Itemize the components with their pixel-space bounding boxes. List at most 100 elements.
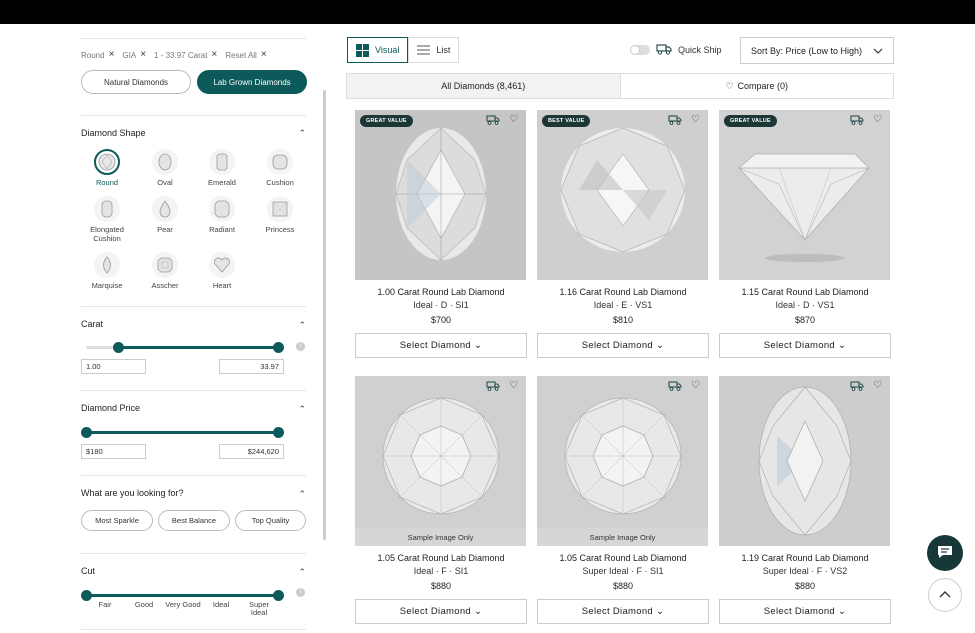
chat-button[interactable] — [927, 535, 963, 571]
shape-emerald[interactable]: Emerald — [194, 149, 250, 187]
select-diamond-button[interactable]: Select Diamond ⌄ — [537, 333, 709, 358]
shape-heart[interactable]: Heart — [194, 252, 250, 290]
heart-icon[interactable]: ♡ — [509, 114, 518, 125]
product-title[interactable]: 1.05 Carat Round Lab Diamond — [355, 553, 527, 563]
close-icon[interactable]: × — [211, 50, 217, 60]
diamond-image[interactable]: ♡ — [719, 376, 890, 546]
lab-grown-diamonds-button[interactable]: Lab Grown Diamonds — [197, 70, 307, 94]
quick-ship-toggle[interactable]: Quick Ship — [630, 43, 722, 57]
reset-all-link[interactable]: Reset All × — [225, 50, 266, 60]
filter-chip-gia[interactable]: GIA × — [122, 50, 146, 60]
heart-icon[interactable]: ♡ — [691, 114, 700, 125]
shape-elongated-cushion[interactable]: Elongated Cushion — [79, 196, 135, 243]
round-brilliant-image — [537, 376, 708, 546]
product-title[interactable]: 1.05 Carat Round Lab Diamond — [537, 553, 709, 563]
shape-radiant[interactable]: Radiant — [194, 196, 250, 234]
shape-marquise[interactable]: Marquise — [79, 252, 135, 290]
marquise-shape-icon — [94, 252, 120, 278]
select-diamond-button[interactable]: Select Diamond ⌄ — [537, 599, 709, 624]
list-icon — [417, 43, 431, 57]
tab-all-diamonds[interactable]: All Diamonds (8,461) — [347, 74, 621, 98]
select-diamond-button[interactable]: Select Diamond ⌄ — [355, 599, 527, 624]
carat-slider-range — [118, 346, 278, 349]
diamond-image[interactable]: ♡ Sample Image Only — [355, 376, 526, 546]
product-card[interactable]: ♡ Sample Image Only 1.05 Carat Round Lab… — [537, 376, 709, 624]
info-icon[interactable]: i — [296, 342, 305, 351]
toggle-switch[interactable] — [630, 45, 650, 55]
top-quality-button[interactable]: Top Quality — [235, 510, 306, 531]
carat-min-handle[interactable] — [113, 342, 124, 353]
diamond-image[interactable]: ♡ Sample Image Only — [537, 376, 708, 546]
diamond-image[interactable]: BEST VALUE ♡ — [537, 110, 708, 280]
shape-oval[interactable]: Oval — [137, 149, 193, 187]
select-diamond-button[interactable]: Select Diamond ⌄ — [355, 333, 527, 358]
price-min-input[interactable]: $180 — [81, 444, 146, 459]
product-card[interactable]: ♡ Sample Image Only 1.05 Carat Round Lab… — [355, 376, 527, 624]
select-diamond-button[interactable]: Select Diamond ⌄ — [719, 599, 891, 624]
select-diamond-button[interactable]: Select Diamond ⌄ — [719, 333, 891, 358]
product-price: $870 — [794, 315, 816, 325]
top-black-bar — [0, 0, 975, 24]
product-card[interactable]: BEST VALUE ♡ 1.16 Carat Round Lab Diamon… — [537, 110, 709, 358]
chevron-up-icon[interactable]: ⌃ — [298, 404, 306, 415]
diamond-image[interactable]: GREAT VALUE ♡ — [355, 110, 526, 280]
price-min-handle[interactable] — [81, 427, 92, 438]
carat-max-handle[interactable] — [273, 342, 284, 353]
product-title[interactable]: 1.15 Carat Round Lab Diamond — [719, 287, 891, 297]
best-balance-button[interactable]: Best Balance — [158, 510, 230, 531]
scroll-to-top-button[interactable] — [928, 578, 962, 612]
close-icon[interactable]: × — [109, 50, 115, 60]
truck-icon — [486, 381, 500, 393]
tilted-diamond-image — [719, 376, 890, 546]
chevron-up-icon[interactable]: ⌃ — [298, 489, 306, 500]
heart-icon[interactable]: ♡ — [873, 380, 882, 391]
chevron-up-icon[interactable]: ⌃ — [298, 320, 306, 331]
heart-icon[interactable]: ♡ — [509, 380, 518, 391]
product-card[interactable]: GREAT VALUE ♡ 1.00 Carat Round Lab Diamo… — [355, 110, 527, 358]
most-sparkle-button[interactable]: Most Sparkle — [81, 510, 153, 531]
divider — [81, 390, 306, 391]
truck-icon — [668, 381, 682, 393]
chevron-up-icon[interactable]: ⌃ — [298, 567, 306, 578]
filter-chip-carat[interactable]: 1 - 33.97 Carat × — [154, 50, 217, 60]
divider — [81, 38, 306, 39]
divider — [81, 553, 306, 554]
cut-min-handle[interactable] — [81, 590, 92, 601]
product-title[interactable]: 1.19 Carat Round Lab Diamond — [719, 553, 891, 563]
diamond-image[interactable]: GREAT VALUE ♡ — [719, 110, 890, 280]
visual-view-button[interactable]: Visual — [347, 37, 409, 63]
natural-diamonds-button[interactable]: Natural Diamonds — [81, 70, 191, 94]
product-title[interactable]: 1.16 Carat Round Lab Diamond — [537, 287, 709, 297]
filter-chip-round[interactable]: Round × — [81, 50, 114, 60]
product-card[interactable]: ♡ 1.19 Carat Round Lab Diamond Super Ide… — [719, 376, 891, 624]
price-slider-range — [86, 431, 278, 434]
close-icon[interactable]: × — [261, 50, 267, 60]
sort-by-dropdown[interactable]: Sort By: Price (Low to High) — [740, 37, 894, 64]
shape-princess[interactable]: Princess — [252, 196, 308, 234]
sidebar-scrollbar[interactable] — [323, 90, 326, 540]
divider — [81, 115, 306, 116]
carat-title: Carat — [81, 319, 104, 329]
asscher-shape-icon — [152, 252, 178, 278]
list-view-button[interactable]: List — [408, 37, 460, 63]
price-max-input[interactable]: $244,620 — [219, 444, 284, 459]
shape-pear[interactable]: Pear — [137, 196, 193, 234]
price-max-handle[interactable] — [273, 427, 284, 438]
cut-grade-label: Fair — [98, 600, 112, 609]
shape-cushion[interactable]: Cushion — [252, 149, 308, 187]
shape-round[interactable]: Round — [79, 149, 135, 187]
carat-max-input[interactable]: 33.97 — [219, 359, 284, 374]
cut-max-handle[interactable] — [273, 590, 284, 601]
tab-compare[interactable]: ♡ Compare (0) — [621, 74, 894, 98]
chevron-up-icon[interactable]: ⌃ — [298, 128, 306, 139]
heart-icon[interactable]: ♡ — [873, 114, 882, 125]
shape-asscher[interactable]: Asscher — [137, 252, 193, 290]
divider — [81, 475, 306, 476]
chevron-down-icon: ⌄ — [474, 340, 483, 351]
product-title[interactable]: 1.00 Carat Round Lab Diamond — [355, 287, 527, 297]
carat-min-input[interactable]: 1.00 — [81, 359, 146, 374]
info-icon[interactable]: i — [296, 588, 305, 597]
close-icon[interactable]: × — [140, 50, 146, 60]
heart-icon[interactable]: ♡ — [691, 380, 700, 391]
product-card[interactable]: GREAT VALUE ♡ 1.15 Carat Round Lab Diamo… — [719, 110, 891, 358]
